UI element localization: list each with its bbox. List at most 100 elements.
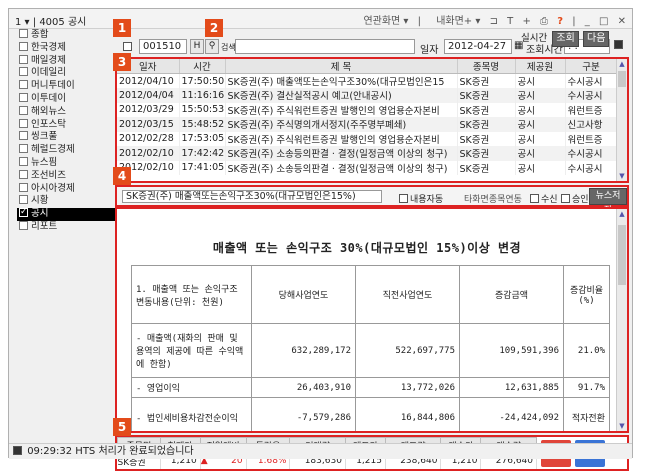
table-cell: SK증권 bbox=[457, 88, 516, 103]
table-row: - 영업이익 26,403,910 13,772,026 12,631,885 91.7… bbox=[131, 377, 610, 398]
list-scrollbar[interactable]: ▲ ▼ bbox=[616, 59, 627, 181]
checkbox[interactable] bbox=[19, 92, 28, 102]
sidebar-item[interactable]: 뉴스핌 bbox=[17, 156, 117, 170]
next-button[interactable]: 다음 bbox=[583, 31, 610, 47]
plus-icon[interactable]: + bbox=[522, 16, 530, 27]
table-row[interactable]: 2012/04/10 17:50:50 SK증권(주) 매출액또는손익구조30%(대… bbox=[117, 73, 618, 88]
sidebar-item[interactable]: 아시아경제 bbox=[17, 182, 117, 196]
font-icon[interactable]: T bbox=[507, 16, 513, 27]
search-icon[interactable]: ⚲ bbox=[205, 39, 219, 54]
help-icon[interactable]: ? bbox=[557, 16, 563, 27]
detail-header: SK증권(주) 매출액또는손익구조30%(대규모법인은15%) 내용자동 타화면… bbox=[115, 185, 629, 216]
status-message: HTS 처리가 완료되었습니다 bbox=[75, 446, 194, 457]
checkbox[interactable] bbox=[19, 29, 28, 38]
scroll-up-icon[interactable]: ▲ bbox=[617, 209, 627, 219]
app-window: 1 ▾ | 4005 공시 연관화면 ▾ | 내화면+ ▾ ⊐ T + ⎙ ? … bbox=[8, 8, 633, 471]
checkbox[interactable] bbox=[19, 105, 28, 115]
header-cell: 1. 매출액 또는 손익구조 변동내용(단위: 천원) bbox=[131, 265, 252, 324]
table-cell: 공시 bbox=[515, 117, 566, 132]
table-cell: 2012/02/10 bbox=[117, 146, 180, 161]
realtime-toggle[interactable] bbox=[614, 40, 625, 51]
print-icon[interactable]: ⎙ bbox=[540, 16, 548, 27]
header-cell: 직전사업연도 bbox=[355, 265, 460, 324]
table-row[interactable]: 2012/02/10 17:42:42 SK증권(주) 소송등의판결 · 결정(일정… bbox=[117, 146, 618, 161]
checkbox[interactable] bbox=[19, 220, 28, 230]
sidebar-item-label: 인포스탁 bbox=[31, 118, 66, 130]
link-icon[interactable]: ⊐ bbox=[490, 16, 498, 27]
column-header[interactable]: 제공원 bbox=[515, 59, 566, 74]
sidebar-item-label: 머니투데이 bbox=[31, 80, 75, 92]
table-cell: 15:48:52 bbox=[179, 117, 226, 132]
checkbox[interactable] bbox=[19, 118, 28, 128]
table-cell: SK증권 bbox=[457, 131, 516, 146]
auto-content-toggle[interactable]: 내용자동 bbox=[399, 192, 443, 205]
sidebar-item[interactable]: 이투데이 bbox=[17, 92, 117, 106]
table-cell: -24,424,092 bbox=[459, 397, 564, 431]
checkbox[interactable] bbox=[19, 80, 28, 90]
my-screen-menu[interactable]: 내화면+ ▾ bbox=[430, 16, 480, 27]
table-cell: 공시 bbox=[515, 88, 566, 103]
sidebar-item[interactable]: 해외뉴스 bbox=[17, 105, 117, 119]
checkbox[interactable] bbox=[19, 182, 28, 192]
table-row: - 법인세비용차감전순이익 -7,579,286 16,844,806 -24,424… bbox=[131, 397, 610, 431]
scroll-up-icon[interactable]: ▲ bbox=[617, 59, 627, 69]
table-cell: 16,844,806 bbox=[355, 397, 460, 431]
checkbox[interactable] bbox=[19, 54, 28, 64]
sidebar-item[interactable]: 매일경제 bbox=[17, 54, 117, 68]
scroll-down-icon[interactable]: ▼ bbox=[617, 421, 627, 431]
close-icon[interactable]: ✕ bbox=[618, 16, 626, 27]
sidebar-item[interactable]: 공시 bbox=[17, 206, 117, 221]
table-row[interactable]: 2012/02/28 17:53:05 SK증권(주) 주식워런트증권 발행인의 영… bbox=[117, 131, 618, 146]
scroll-down-icon[interactable]: ▼ bbox=[617, 171, 627, 181]
save-news-button[interactable]: 뉴스저장 bbox=[589, 188, 627, 216]
checkbox[interactable] bbox=[19, 144, 28, 154]
keyword-search-input[interactable] bbox=[235, 39, 415, 54]
sidebar-item[interactable]: 인포스탁 bbox=[17, 118, 117, 132]
table-cell: 109,591,396 bbox=[459, 323, 564, 378]
table-row[interactable]: 2012/04/04 11:16:16 SK증권(주) 결산실적공시 예고(안내공시… bbox=[117, 88, 618, 103]
checkbox[interactable] bbox=[19, 67, 28, 77]
query-button[interactable]: 조회 bbox=[552, 31, 579, 47]
sidebar-item[interactable]: 종합 bbox=[17, 29, 117, 42]
realtime-label-text: 실시간 bbox=[521, 33, 548, 44]
sidebar-item[interactable]: 한국경제 bbox=[17, 41, 117, 55]
history-button[interactable]: H bbox=[190, 39, 204, 54]
sidebar-item[interactable]: 머니투데이 bbox=[17, 80, 117, 93]
change-table: 1. 매출액 또는 손익구조 변동내용(단위: 천원) 당해사업연도 직전사업연… bbox=[131, 265, 610, 431]
column-header[interactable]: 종목명 bbox=[457, 59, 516, 74]
table-cell: 11:16:16 bbox=[179, 88, 226, 103]
table-row[interactable]: 2012/03/29 15:50:53 SK증권(주) 주식워런트증권 발행인의 영… bbox=[117, 102, 618, 117]
receive-toggle[interactable]: 수신 bbox=[530, 192, 558, 205]
table-row[interactable]: 2012/03/15 15:48:52 SK증권(주) 주식명의개서정지(주주명부폐… bbox=[117, 117, 618, 132]
table-cell: 15:50:53 bbox=[179, 102, 226, 117]
table-cell: SK증권(주) 소송등의판결 · 결정(일정금액 이상의 청구) bbox=[225, 146, 458, 161]
sidebar-item[interactable]: 씽크풀 bbox=[17, 131, 117, 144]
sidebar-item[interactable]: 이데일리 bbox=[17, 67, 117, 80]
linked-screens-menu[interactable]: 연관화면 ▾ bbox=[357, 16, 408, 27]
column-header[interactable]: 제 목 bbox=[225, 59, 458, 74]
table-row[interactable]: 2012/02/10 17:41:05 SK증권(주) 소송등의판결 · 결정(일정… bbox=[117, 160, 618, 175]
column-header[interactable]: 구분 bbox=[565, 59, 618, 74]
sidebar-item[interactable]: 시황 bbox=[17, 195, 117, 208]
document-scrollbar[interactable]: ▲ ▼ bbox=[616, 209, 627, 431]
dropdown-icon[interactable]: ▾ | bbox=[21, 17, 39, 28]
checkbox[interactable] bbox=[19, 41, 28, 51]
checkbox[interactable] bbox=[19, 206, 28, 219]
minimize-icon[interactable]: _ bbox=[585, 16, 590, 27]
checkbox[interactable] bbox=[19, 156, 28, 166]
stock-code-input[interactable]: 001510 bbox=[139, 39, 187, 54]
step-badge: 1 bbox=[113, 19, 131, 37]
column-header[interactable]: 시간 bbox=[179, 59, 226, 74]
sidebar-item[interactable]: 조선비즈 bbox=[17, 169, 117, 183]
date-input[interactable]: 2012-04-27 bbox=[444, 39, 512, 54]
table-cell: 17:50:50 bbox=[179, 73, 226, 88]
checkbox[interactable] bbox=[19, 169, 28, 179]
maximize-icon[interactable]: □ bbox=[599, 16, 608, 27]
checkbox[interactable] bbox=[19, 195, 28, 205]
approve-toggle[interactable]: 승인 bbox=[561, 192, 589, 205]
step-badge: 4 bbox=[113, 167, 131, 185]
sidebar-item[interactable]: 헤럴드경제 bbox=[17, 144, 117, 157]
code-checkbox[interactable] bbox=[123, 42, 132, 51]
checkbox[interactable] bbox=[19, 131, 28, 141]
sidebar-item[interactable]: 리포트 bbox=[17, 220, 117, 234]
